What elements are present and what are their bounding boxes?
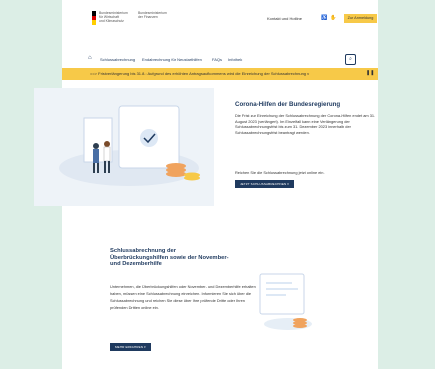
login-button[interactable]: Zur Anmeldung (344, 14, 377, 23)
accessibility-icon[interactable]: ♿ (321, 15, 327, 21)
chevron-down-icon: ▾ (144, 345, 146, 349)
ministry-right-line-2: der Finanzen (138, 15, 158, 20)
ministry-bmwk-logo[interactable]: Bundesministerium für Wirtschaft und Kli… (99, 11, 135, 24)
banner-text[interactable]: ==> Fristverlängerung bis 31.8.: Aufgrun… (90, 71, 309, 76)
site-header: Bundesministerium für Wirtschaft und Kli… (62, 0, 378, 36)
schlussabrechnen-button[interactable]: JETZT SCHLUSSABRECHNEN ▾ (235, 180, 294, 188)
sign-language-icon[interactable]: ✋ (330, 15, 336, 21)
chevron-down-icon: ▾ (287, 182, 289, 186)
nav-item-faqs[interactable]: FAQs (212, 57, 222, 62)
german-flag-logo (92, 11, 96, 25)
nav-item-schlussabrechnung[interactable]: Schlussabrechnung (100, 57, 135, 62)
hero-cta-text: Reichen Sie die Schlussabrechnung jetzt … (235, 170, 325, 175)
hero-text: Die Frist zur Einreichung der Schlussabr… (235, 113, 376, 135)
home-icon[interactable]: ⌂ (88, 55, 92, 61)
search-icon[interactable]: ⌕ (345, 54, 356, 65)
hero-illustration (34, 88, 214, 206)
main-nav: ⌂ Schlussabrechnung Endabrechnung für Ne… (62, 54, 378, 66)
card-title: Schlussabrechnung der Überbrückungshilfe… (110, 248, 229, 268)
contact-hotline-link[interactable]: Kontakt und Hotline (267, 16, 302, 21)
mehr-erfahren-button[interactable]: MEHR ERFAHREN ▾ (110, 343, 151, 351)
card-illustration (259, 273, 312, 330)
hero-title: Corona-Hilfen der Bundesregierung (235, 101, 341, 108)
mehr-erfahren-button-label: MEHR ERFAHREN (115, 345, 144, 349)
schlussabrechnen-button-label: JETZT SCHLUSSABRECHNEN (240, 182, 287, 186)
card-text: Unternehmen, die Überbrückungshilfen ode… (110, 284, 256, 310)
nav-item-endabrechnung[interactable]: Endabrechnung für Neustarthilfen (142, 57, 202, 62)
notice-banner: ==> Fristverlängerung bis 31.8.: Aufgrun… (62, 68, 378, 80)
pause-icon[interactable]: ❚❚ (366, 70, 374, 76)
ministry-bmf-logo[interactable]: Bundesministerium der Finanzen (138, 11, 174, 19)
ministry-left-line-3: und Klimaschutz (99, 19, 124, 24)
nav-item-infothek[interactable]: Infothek (228, 57, 242, 62)
